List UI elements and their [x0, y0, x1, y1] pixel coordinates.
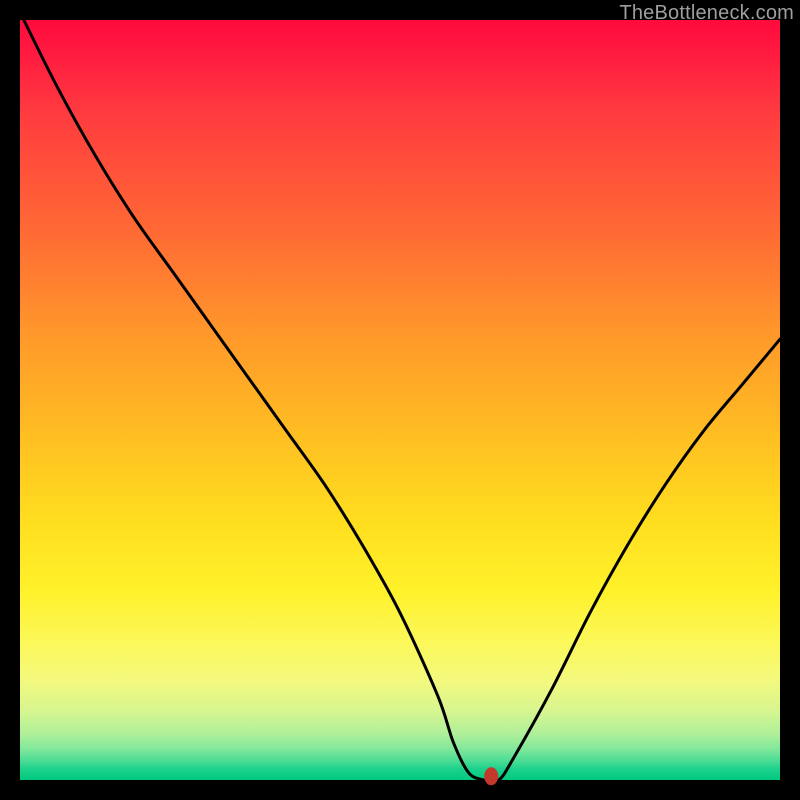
curve-svg [20, 20, 780, 780]
bottleneck-curve [24, 20, 780, 782]
minimum-marker [484, 767, 498, 785]
chart-frame: TheBottleneck.com [0, 0, 800, 800]
plot-area [20, 20, 780, 780]
